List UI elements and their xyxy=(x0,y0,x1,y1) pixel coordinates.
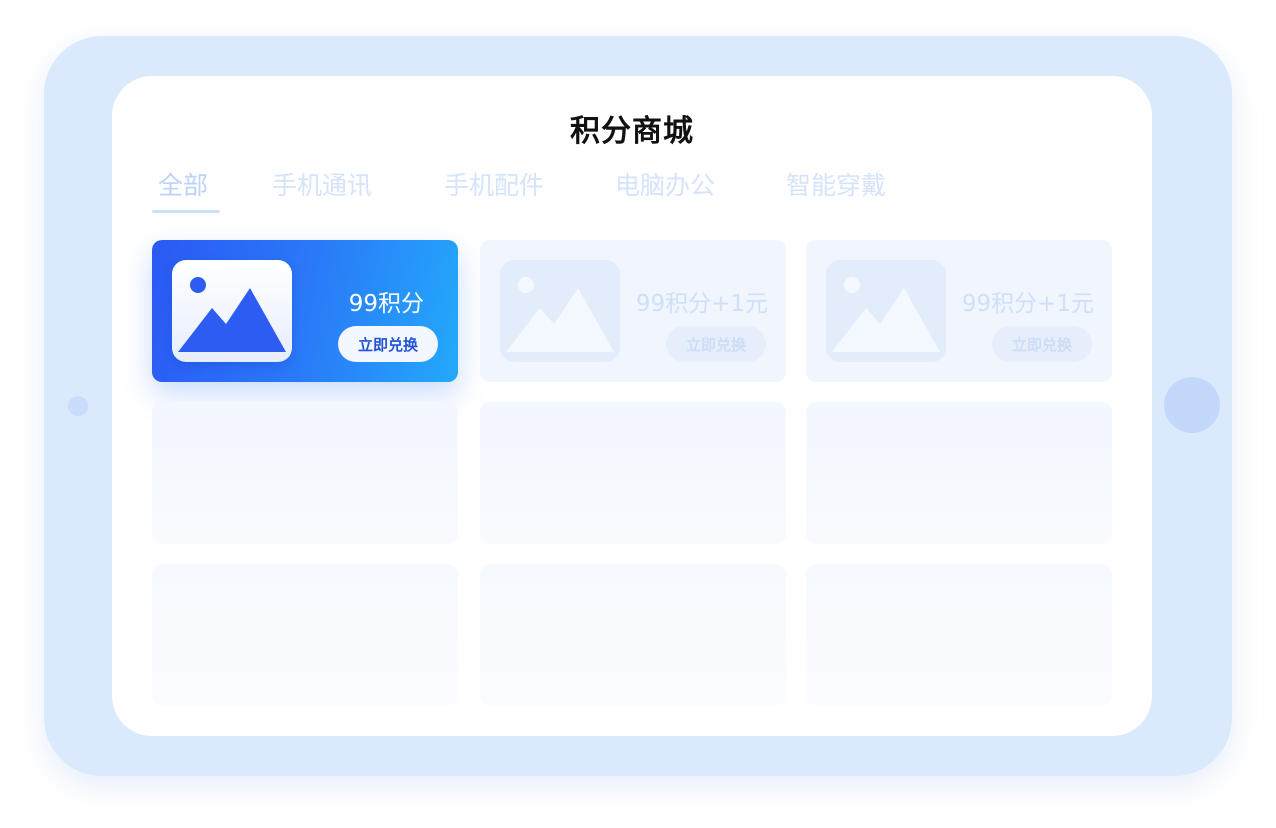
product-card[interactable]: 99积分+1元 立即兑换 xyxy=(480,240,786,382)
points-price: 99积分 xyxy=(348,291,424,317)
tab-label: 手机配件 xyxy=(444,171,545,200)
product-card[interactable]: 99积分+1元 立即兑换 xyxy=(806,240,1112,382)
product-card-placeholder xyxy=(806,564,1112,706)
tab-smart-wearables[interactable]: 智能穿戴 xyxy=(786,168,886,214)
redeem-button[interactable]: 立即兑换 xyxy=(338,326,438,362)
points-price: 99积分+1元 xyxy=(961,291,1094,317)
tab-label: 电脑办公 xyxy=(615,171,716,200)
product-card-placeholder xyxy=(806,402,1112,544)
image-placeholder-icon xyxy=(826,260,946,362)
redeem-button[interactable]: 立即兑换 xyxy=(666,326,766,362)
tab-all[interactable]: 全部 xyxy=(158,168,208,214)
redeem-button[interactable]: 立即兑换 xyxy=(992,326,1092,362)
page-title: 积分商城 xyxy=(570,114,694,149)
tab-label: 全部 xyxy=(158,171,209,200)
product-card-placeholder xyxy=(152,564,458,706)
tab-mobile-accessories[interactable]: 手机配件 xyxy=(444,168,544,214)
active-tab-underline xyxy=(152,210,220,213)
tab-mobile-communication[interactable]: 手机通讯 xyxy=(272,168,372,214)
tablet-frame: 积分商城 全部 手机通讯 手机配件 电脑办公 智能穿戴 99积分 立即兑换 99… xyxy=(44,36,1232,776)
product-card-placeholder xyxy=(152,402,458,544)
product-card-placeholder xyxy=(480,564,786,706)
app-screen: 积分商城 全部 手机通讯 手机配件 电脑办公 智能穿戴 99积分 立即兑换 99… xyxy=(112,76,1152,736)
tab-label: 手机通讯 xyxy=(272,171,373,200)
image-placeholder-icon xyxy=(500,260,620,362)
points-price: 99积分+1元 xyxy=(635,291,768,317)
camera-dot xyxy=(68,396,88,416)
product-card[interactable]: 99积分 立即兑换 xyxy=(152,240,458,382)
image-placeholder-icon xyxy=(172,260,292,362)
home-button[interactable] xyxy=(1164,377,1220,433)
tab-label: 智能穿戴 xyxy=(786,171,887,200)
tab-computer-office[interactable]: 电脑办公 xyxy=(615,168,715,214)
product-card-placeholder xyxy=(480,402,786,544)
